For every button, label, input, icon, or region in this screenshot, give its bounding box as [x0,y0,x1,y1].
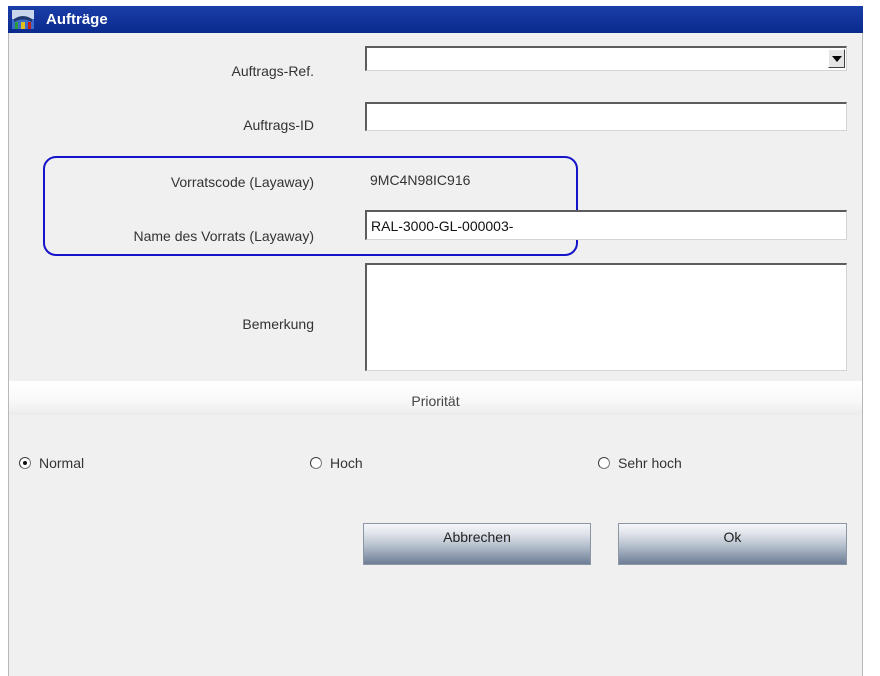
title-bar: Aufträge [8,6,863,33]
ok-button[interactable]: Ok [618,523,847,565]
radio-unselected-icon[interactable] [310,457,322,469]
vorrat-name-input[interactable] [365,210,847,240]
auftrags-id-input[interactable] [365,102,847,131]
auftrags-ref-label: Auftrags-Ref. [231,63,314,79]
chevron-down-icon [832,56,842,62]
priority-option-label: Normal [39,455,85,471]
bemerkung-textarea[interactable] [365,263,847,371]
priority-option-label: Sehr hoch [618,455,682,471]
priority-section-header: Priorität [9,381,862,415]
dropdown-button[interactable] [828,49,845,68]
radio-unselected-icon[interactable] [598,457,610,469]
priority-option-hoch[interactable]: Hoch [310,455,363,471]
vorrat-name-label: Name des Vorrats (Layaway) [133,228,314,244]
priority-option-sehr-hoch[interactable]: Sehr hoch [598,455,682,471]
radio-selected-icon[interactable] [19,457,31,469]
bemerkung-label: Bemerkung [242,316,314,332]
cancel-button[interactable]: Abbrechen [363,523,591,565]
window-title: Aufträge [46,11,108,28]
auftrags-id-label: Auftrags-ID [243,117,314,133]
auftrags-ref-select[interactable] [365,46,847,71]
priority-heading: Priorität [411,393,460,409]
app-icon [12,10,34,29]
vorratscode-label: Vorratscode (Layaway) [170,174,314,190]
vorratscode-value: 9MC4N98IC916 [370,172,471,188]
priority-option-normal[interactable]: Normal [19,455,84,471]
priority-option-label: Hoch [330,455,363,471]
